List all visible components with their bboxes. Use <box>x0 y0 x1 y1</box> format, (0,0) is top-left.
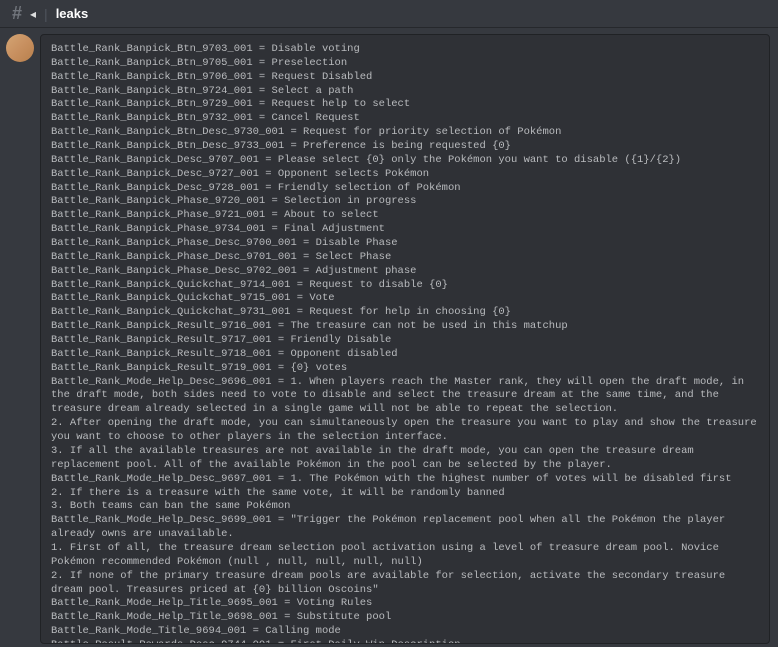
header-divider: | <box>44 6 48 22</box>
message-content: Battle_Rank_Banpick_Btn_9703_001 = Disab… <box>0 28 778 647</box>
hash-icon: # <box>12 3 22 24</box>
code-block[interactable]: Battle_Rank_Banpick_Btn_9703_001 = Disab… <box>40 34 770 644</box>
back-icon[interactable]: ◂ <box>30 7 36 21</box>
channel-name[interactable]: leaks <box>56 6 89 21</box>
avatar-column <box>0 28 40 647</box>
message-area: Battle_Rank_Banpick_Btn_9703_001 = Disab… <box>40 28 778 647</box>
channel-header: # ◂ | leaks <box>0 0 778 28</box>
user-avatar[interactable] <box>6 34 34 62</box>
